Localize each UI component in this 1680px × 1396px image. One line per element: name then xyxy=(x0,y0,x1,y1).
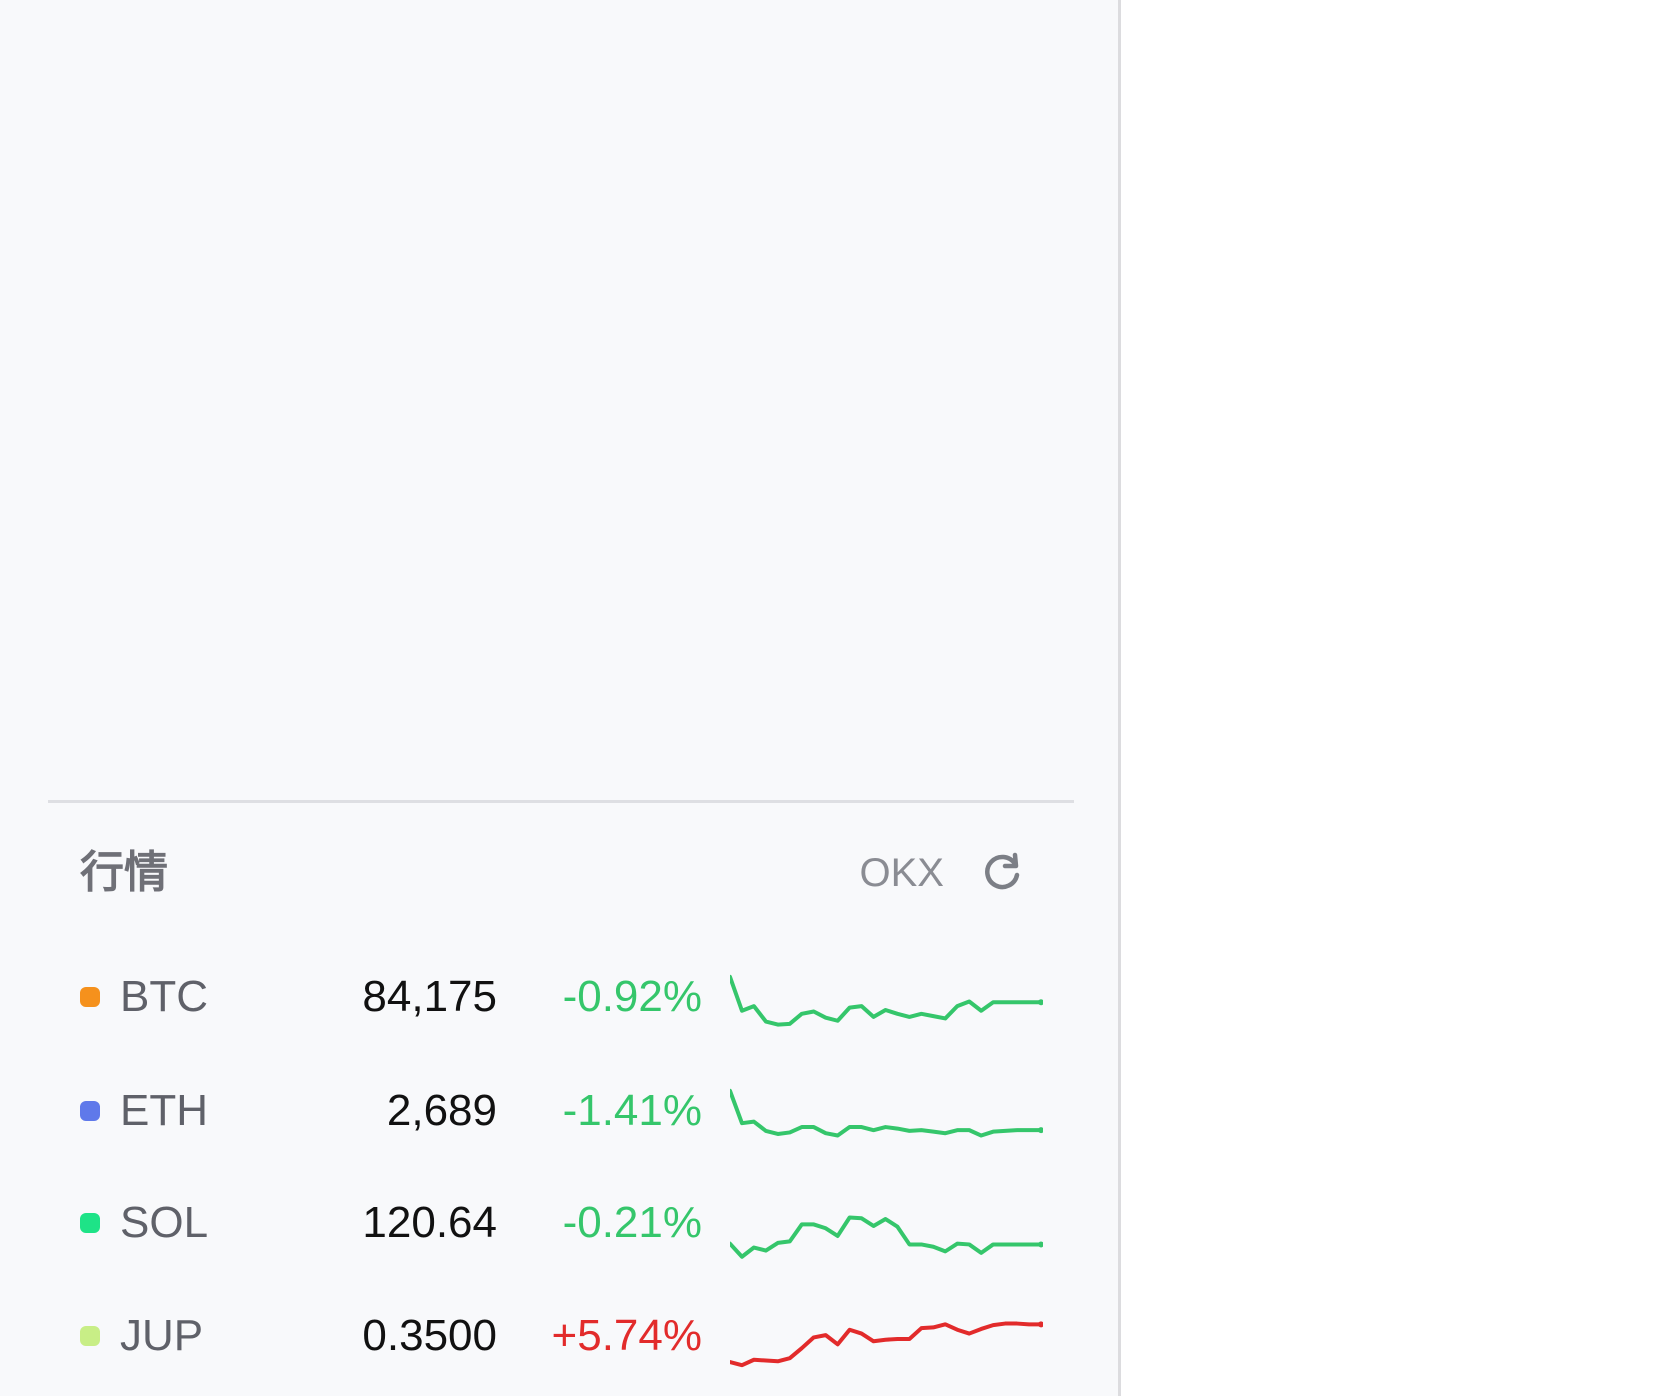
sparkline-end-point xyxy=(1038,999,1043,1006)
sol-sparkline xyxy=(730,1215,1043,1259)
ticker-row-eth: ETH 2,689 -1.41% xyxy=(48,1055,1074,1167)
ticker-price: 120.64 xyxy=(362,1198,497,1247)
jup-color-dot xyxy=(80,1326,100,1346)
sol-color-dot xyxy=(80,1213,100,1233)
ticker-change: -0.92% xyxy=(562,972,702,1021)
market-title: 行情 xyxy=(80,848,168,897)
ticker-price: 0.3500 xyxy=(362,1311,497,1360)
ticker-price: 2,689 xyxy=(386,1086,497,1135)
ticker-symbol: ETH xyxy=(120,1086,208,1135)
ticker-price: 84,175 xyxy=(362,972,497,1021)
jup-sparkline xyxy=(730,1321,1043,1368)
sparkline-end-point xyxy=(1038,1321,1043,1328)
ticker-change: -1.41% xyxy=(562,1086,702,1135)
btc-sparkline xyxy=(730,974,1043,1027)
eth-sparkline xyxy=(730,1088,1043,1138)
market-section: 行情 OKX BTC 84,175 -0.92% ETH 2,689 -1.41… xyxy=(48,803,1074,1396)
sparkline-end-point xyxy=(1038,1241,1043,1248)
sparkline-end-point xyxy=(1038,1127,1043,1134)
refresh-button[interactable] xyxy=(976,847,1028,899)
right-content-area xyxy=(1121,0,1680,1396)
refresh-icon xyxy=(985,852,1020,890)
sparkline-path xyxy=(730,1321,1043,1368)
sparkline-path xyxy=(730,1215,1043,1259)
ticker-change: -0.21% xyxy=(562,1198,702,1247)
market-side-panel: 行情 OKX BTC 84,175 -0.92% ETH 2,689 -1.41… xyxy=(0,0,1118,1396)
ticker-row-sol: SOL 120.64 -0.21% xyxy=(48,1167,1074,1279)
ticker-symbol: SOL xyxy=(120,1198,209,1247)
eth-color-dot xyxy=(80,1101,100,1121)
exchange-source-label: OKX xyxy=(859,851,944,895)
ticker-symbol: BTC xyxy=(120,972,208,1021)
ticker-change: +5.74% xyxy=(551,1311,702,1360)
btc-color-dot xyxy=(80,987,100,1007)
ticker-row-btc: BTC 84,175 -0.92% xyxy=(48,941,1074,1053)
market-header: 行情 OKX xyxy=(48,803,1074,928)
empty-content-area xyxy=(48,0,1072,714)
ticker-symbol: JUP xyxy=(120,1311,204,1360)
sparkline-path xyxy=(730,1088,1043,1138)
sparkline-path xyxy=(730,974,1043,1027)
ticker-row-jup: JUP 0.3500 +5.74% xyxy=(48,1280,1074,1392)
